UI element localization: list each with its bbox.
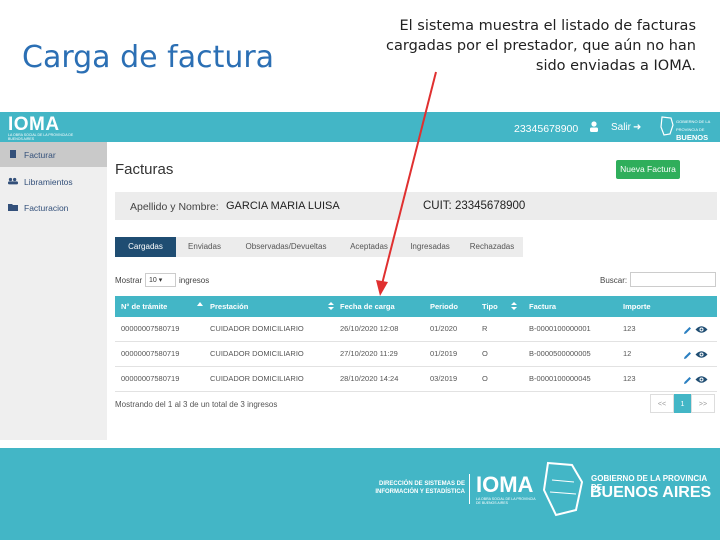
sidebar-item-label: Libramientos (24, 177, 73, 187)
tab-enviadas[interactable]: Enviadas (176, 237, 233, 257)
footer-ioma-logo: IOMA (476, 472, 534, 497)
top-bar: IOMA LA OBRA SOCIAL DE LA PROVINCIA DE B… (0, 112, 720, 150)
ioma-logo-subtitle: LA OBRA SOCIAL DE LA PROVINCIA DE BUENOS… (8, 133, 74, 141)
new-invoice-button[interactable]: Nueva Factura (616, 160, 680, 179)
entries-label: ingresos (179, 276, 210, 285)
people-icon (8, 177, 18, 185)
table-header: N° de trámite Prestación Fecha de carga … (115, 296, 717, 317)
next-page-button[interactable]: >> (691, 394, 715, 413)
cell-periodo: 03/2019 (430, 374, 458, 383)
chevron-down-icon: ▾ (158, 277, 163, 284)
province-map-icon (660, 116, 674, 136)
document-icon (10, 150, 16, 158)
view-eye-icon[interactable] (695, 325, 708, 334)
tab-rechazadas[interactable]: Rechazadas (461, 237, 523, 257)
cell-fecha: 26/10/2020 12:08 (340, 324, 399, 333)
sidebar-item-facturacion[interactable]: Facturacion (0, 195, 107, 220)
cell-periodo: 01/2019 (430, 349, 458, 358)
cell-tramite: 00000007580719 (121, 324, 180, 333)
prev-page-button[interactable]: << (650, 394, 674, 413)
sort-icon[interactable] (511, 301, 517, 311)
client-name-label: Apellido y Nombre: (130, 201, 219, 213)
edit-pencil-icon[interactable] (683, 351, 692, 360)
sort-asc-icon[interactable] (197, 301, 203, 311)
view-eye-icon[interactable] (695, 375, 708, 384)
footer: DIRECCIÓN DE SISTEMAS DE INFORMACIÓN Y E… (0, 448, 720, 540)
view-eye-icon[interactable] (695, 350, 708, 359)
client-name: GARCIA MARIA LUISA (226, 200, 340, 212)
page-size-value: 10 (149, 277, 157, 284)
page-title: Facturas (115, 161, 174, 178)
col-header-fecha[interactable]: Fecha de carga (340, 296, 395, 317)
cell-prestacion: CUIDADOR DOMICILIARIO (210, 324, 304, 333)
cell-factura: B-0000100000001 (529, 324, 591, 333)
col-header-tipo[interactable]: Tipo (482, 296, 498, 317)
page-size-select[interactable]: 10 ▾ (145, 273, 176, 287)
table-row[interactable]: 00000007580719 CUIDADOR DOMICILIARIO 26/… (115, 317, 717, 342)
col-header-periodo[interactable]: Periodo (430, 296, 458, 317)
cell-tramite: 00000007580719 (121, 374, 180, 383)
sidebar-item-label: Facturacion (24, 203, 69, 213)
tab-ingresadas[interactable]: Ingresadas (399, 237, 461, 257)
client-cuit: CUIT: 23345678900 (423, 200, 526, 212)
table-row[interactable]: 00000007580719 CUIDADOR DOMICILIARIO 28/… (115, 367, 717, 392)
user-id: 23345678900 (514, 123, 579, 135)
logout-button[interactable]: Salir (611, 122, 631, 133)
logout-icon[interactable]: ➜ (633, 122, 641, 133)
edit-pencil-icon[interactable] (683, 376, 692, 385)
page-1-button[interactable]: 1 (674, 394, 691, 413)
app-window: IOMA LA OBRA SOCIAL DE LA PROVINCIA DE B… (0, 112, 720, 440)
tab-observadas-devueltas[interactable]: Observadas/Devueltas (233, 237, 339, 257)
main-content: Facturas Nueva Factura Apellido y Nombre… (107, 142, 720, 440)
col-header-factura[interactable]: Factura (529, 296, 556, 317)
cell-fecha: 27/10/2020 11:29 (340, 349, 398, 358)
col-header-prestacion[interactable]: Prestación (210, 296, 248, 317)
slide-caption: El sistema muestra el listado de factura… (386, 18, 696, 74)
table-row[interactable]: 00000007580719 CUIDADOR DOMICILIARIO 27/… (115, 342, 717, 367)
footer-direction: DIRECCIÓN DE SISTEMAS DE INFORMACIÓN Y E… (375, 481, 465, 495)
search-label: Buscar: (600, 276, 628, 285)
tab-cargadas[interactable]: Cargadas (115, 237, 176, 257)
page-size-label: Mostrar (115, 276, 143, 285)
user-icon (590, 121, 598, 132)
sort-icon[interactable] (328, 301, 334, 311)
client-info-bar: Apellido y Nombre: GARCIA MARIA LUISA CU… (115, 192, 717, 220)
cell-importe: 123 (623, 374, 636, 383)
footer-ioma-subtitle: LA OBRA SOCIAL DE LA PROVINCIA DE BUENOS… (476, 497, 536, 505)
cell-importe: 123 (623, 324, 636, 333)
cell-tipo: O (482, 374, 488, 383)
footer-divider (469, 474, 470, 504)
cell-tramite: 00000007580719 (121, 349, 180, 358)
footer-ba: BUENOS AIRES (590, 484, 712, 501)
tab-aceptadas[interactable]: Aceptadas (339, 237, 399, 257)
edit-pencil-icon[interactable] (683, 326, 692, 335)
cell-periodo: 01/2020 (430, 324, 458, 333)
cell-importe: 12 (623, 349, 632, 358)
province-map-icon (542, 461, 584, 517)
sidebar-item-label: Facturar (24, 150, 56, 160)
table-info: Mostrando del 1 al 3 de un total de 3 in… (115, 400, 278, 409)
sidebar: Facturar Libramientos Facturacion (0, 142, 107, 440)
sidebar-item-libramientos[interactable]: Libramientos (0, 169, 107, 194)
sidebar-item-facturar[interactable]: Facturar (0, 142, 107, 167)
cell-prestacion: CUIDADOR DOMICILIARIO (210, 374, 304, 383)
cell-tipo: R (482, 324, 488, 333)
cell-factura: B-0000100000045 (529, 374, 591, 383)
col-header-importe[interactable]: Importe (623, 296, 651, 317)
cell-tipo: O (482, 349, 488, 358)
folder-icon (8, 204, 18, 211)
col-header-tramite[interactable]: N° de trámite (121, 296, 167, 317)
search-input[interactable] (630, 272, 716, 287)
slide-title: Carga de factura (22, 40, 275, 75)
cell-factura: B-0000500000005 (529, 349, 591, 358)
cell-fecha: 28/10/2020 14:24 (340, 374, 399, 383)
cell-prestacion: CUIDADOR DOMICILIARIO (210, 349, 304, 358)
